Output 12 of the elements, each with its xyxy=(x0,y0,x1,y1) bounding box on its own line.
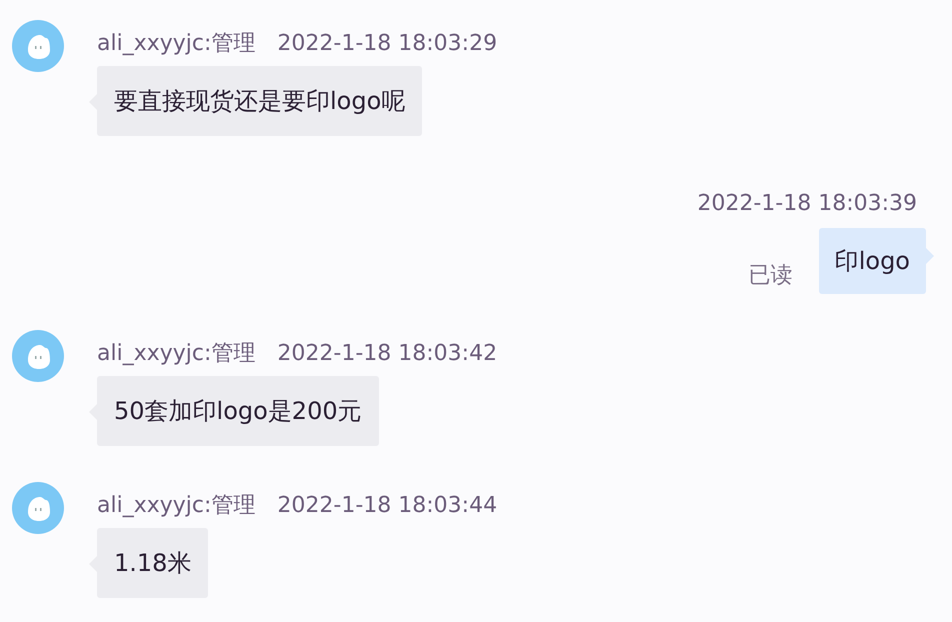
avatar-icon xyxy=(12,20,64,72)
avatar-icon xyxy=(12,330,64,382)
message-time: 2022-1-18 18:03:44 xyxy=(277,492,498,520)
bubble-tail xyxy=(926,248,934,264)
sender-name: ali_xxyyjc:管理 xyxy=(97,30,256,58)
message-time: 2022-1-18 18:03:29 xyxy=(277,30,498,58)
sender-name: ali_xxyyjc:管理 xyxy=(97,340,256,368)
message-time: 2022-1-18 18:03:42 xyxy=(277,340,498,368)
avatar-icon xyxy=(12,482,64,534)
sender-name: ali_xxyyjc:管理 xyxy=(97,492,256,520)
message-time: 2022-1-18 18:03:39 xyxy=(697,190,917,218)
read-status: 已读 xyxy=(748,262,793,290)
